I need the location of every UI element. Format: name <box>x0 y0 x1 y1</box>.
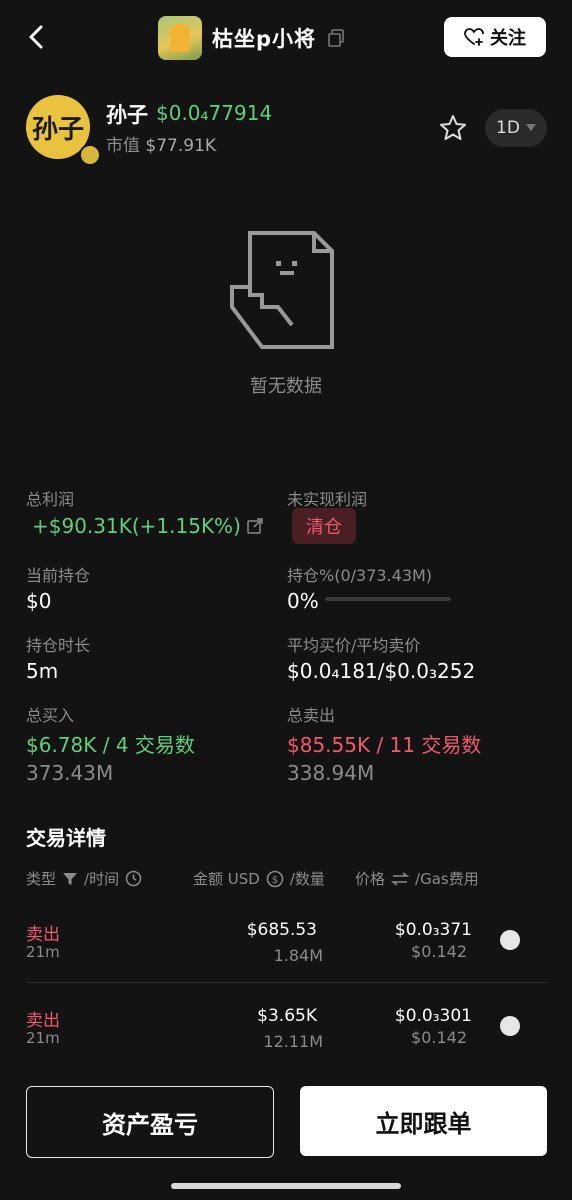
user-header: 枯坐p小将 <box>158 16 346 60</box>
star-icon[interactable] <box>438 113 468 143</box>
empty-state-text: 暂无数据 <box>250 376 322 397</box>
trade-type: 卖出 <box>26 1011 60 1031</box>
position-value: $0 <box>26 589 52 613</box>
clock-icon[interactable] <box>125 870 142 887</box>
currency-switch-icon[interactable]: $ <box>266 870 284 888</box>
avg-price-label: 平均买价/平均卖价 <box>287 636 421 655</box>
pnl-button[interactable]: 资产盈亏 <box>26 1086 274 1158</box>
cleared-badge: 清仓 <box>292 508 356 544</box>
position-label: 当前持仓 <box>26 566 91 585</box>
svg-text:$: $ <box>272 875 278 886</box>
position-pct-label: 持仓%(0/373.43M) <box>287 566 433 585</box>
total-sell-label: 总卖出 <box>287 706 336 725</box>
col-amount-label: 金额 USD <box>193 870 260 888</box>
total-sell-value: $85.55K / 11 交易数 <box>287 733 482 757</box>
trade-gas: $0.142 <box>411 942 467 961</box>
token-name: 孙子 <box>106 103 148 127</box>
unrealized-label: 未实现利润 <box>287 490 368 509</box>
heart-plus-icon <box>464 28 484 46</box>
trade-gas: $0.142 <box>411 1028 467 1047</box>
period-selector[interactable]: 1D <box>485 109 547 147</box>
swap-icon[interactable] <box>391 871 410 886</box>
total-buy-amount: 373.43M <box>26 761 114 785</box>
total-profit-label: 总利润 <box>26 490 75 509</box>
hold-time-value: 5m <box>26 659 59 683</box>
total-sell-amount: 338.94M <box>287 761 375 785</box>
position-progress-bar <box>325 597 451 601</box>
user-avatar[interactable] <box>158 16 202 60</box>
chain-badge-icon <box>79 144 101 166</box>
filter-icon[interactable] <box>62 871 78 887</box>
user-name: 枯坐p小将 <box>212 27 317 51</box>
col-price-label: 价格 <box>355 870 386 888</box>
trade-chart-icon[interactable] <box>500 1016 520 1036</box>
token-price: $0.0₄77914 <box>156 101 273 125</box>
total-profit-value: +$90.31K(+1.15K%) <box>32 514 241 538</box>
back-button[interactable] <box>22 22 52 52</box>
caret-down-icon <box>525 124 536 131</box>
share-icon[interactable] <box>247 518 263 534</box>
trade-qty: 1.84M <box>273 946 323 965</box>
col-time-label: /时间 <box>84 870 120 888</box>
header-amount-qty: 金额 USD $ /数量 <box>193 868 325 889</box>
token-avatar-text: 孙子 <box>31 114 84 145</box>
home-indicator[interactable] <box>171 1183 401 1189</box>
trades-section-title: 交易详情 <box>26 826 106 850</box>
col-qty-label: /数量 <box>289 870 325 888</box>
trade-price: $0.0₃371 <box>394 920 472 940</box>
empty-document-icon <box>230 231 334 349</box>
copy-trade-button[interactable]: 立即跟单 <box>300 1086 547 1156</box>
period-label: 1D <box>496 118 520 138</box>
total-profit: +$90.31K(+1.15K%) <box>32 514 263 538</box>
market-cap-value: $77.91K <box>145 136 217 156</box>
market-cap-label: 市值 <box>106 136 140 156</box>
trade-type: 卖出 <box>26 925 60 945</box>
trade-qty: 12.11M <box>263 1032 323 1051</box>
position-pct-value: 0% <box>287 589 319 613</box>
follow-button[interactable]: 关注 <box>444 17 546 57</box>
total-buy-value: $6.78K / 4 交易数 <box>26 733 195 757</box>
follow-label: 关注 <box>490 28 526 49</box>
col-type-label: 类型 <box>26 870 57 888</box>
total-buy-label: 总买入 <box>26 706 75 725</box>
trade-amount: $685.53 <box>246 920 317 940</box>
trade-time: 21m <box>26 943 60 961</box>
trade-amount: $3.65K <box>257 1006 317 1026</box>
header-price-gas: 价格 /Gas费用 <box>355 868 479 889</box>
col-gas-label: /Gas费用 <box>415 870 479 888</box>
row-divider <box>26 982 548 983</box>
copy-icon[interactable] <box>326 28 346 48</box>
header-type-time: 类型 /时间 <box>26 868 142 889</box>
trade-time: 21m <box>26 1029 60 1047</box>
trade-price: $0.0₃301 <box>394 1006 472 1026</box>
trade-chart-icon[interactable] <box>500 930 520 950</box>
chevron-left-icon <box>29 25 43 49</box>
avg-price-value: $0.0₄181/$0.0₃252 <box>287 659 476 683</box>
market-cap: 市值 $77.91K <box>106 131 216 156</box>
hold-time-label: 持仓时长 <box>26 636 91 655</box>
